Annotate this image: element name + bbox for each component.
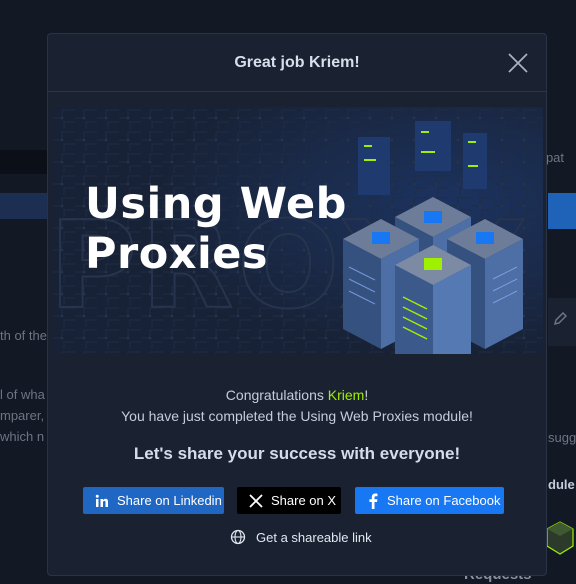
x-logo-icon (249, 493, 263, 508)
background-text: th of the (0, 328, 47, 343)
linkedin-icon (95, 494, 108, 507)
background-text: mparer, (0, 408, 45, 423)
completed-message: You have just completed the Using Web Pr… (121, 408, 473, 424)
close-button[interactable] (506, 51, 530, 75)
background-highlight-left (0, 193, 52, 219)
background-text: which n (0, 429, 45, 444)
share-linkedin-button[interactable]: Share on Linkedin (83, 487, 224, 514)
cube-icon (546, 521, 574, 555)
shareable-link-button[interactable]: Get a shareable link (230, 529, 372, 545)
share-facebook-button[interactable]: Share on Facebook (355, 487, 504, 514)
module-banner: PROXY Using Web Proxies (53, 107, 543, 354)
modal-header: Great job Kriem! (48, 34, 546, 92)
banner-title: Using Web Proxies (85, 179, 347, 279)
modal-title: Great job Kriem! (234, 53, 360, 71)
congrats-message: Congratulations Kriem! (48, 387, 546, 403)
close-icon (508, 53, 528, 73)
pencil-icon (553, 312, 567, 326)
share-heading: Let's share your success with everyone! (133, 444, 461, 463)
username: Kriem (327, 387, 365, 403)
banner-title-line2: Proxies (85, 229, 268, 279)
background-text: dule (548, 477, 575, 492)
background-button-right (548, 193, 576, 229)
facebook-icon (369, 493, 378, 509)
share-x-button[interactable]: Share on X (237, 487, 341, 514)
banner-title-line1: Using Web (85, 179, 347, 229)
shareable-link-label: Get a shareable link (256, 529, 372, 545)
congrats-prefix: Congratulations (225, 387, 328, 403)
module-complete-modal: Great job Kriem! PROXY Using Web Proxies… (47, 33, 547, 576)
background-panel (0, 150, 52, 174)
share-facebook-label: Share on Facebook (387, 493, 501, 508)
share-linkedin-label: Share on Linkedin (117, 493, 222, 508)
share-x-label: Share on X (271, 493, 337, 508)
background-text: sugg (548, 430, 576, 445)
congrats-suffix: ! (364, 387, 369, 403)
background-text: l of wha (0, 387, 45, 402)
globe-icon (230, 529, 246, 545)
